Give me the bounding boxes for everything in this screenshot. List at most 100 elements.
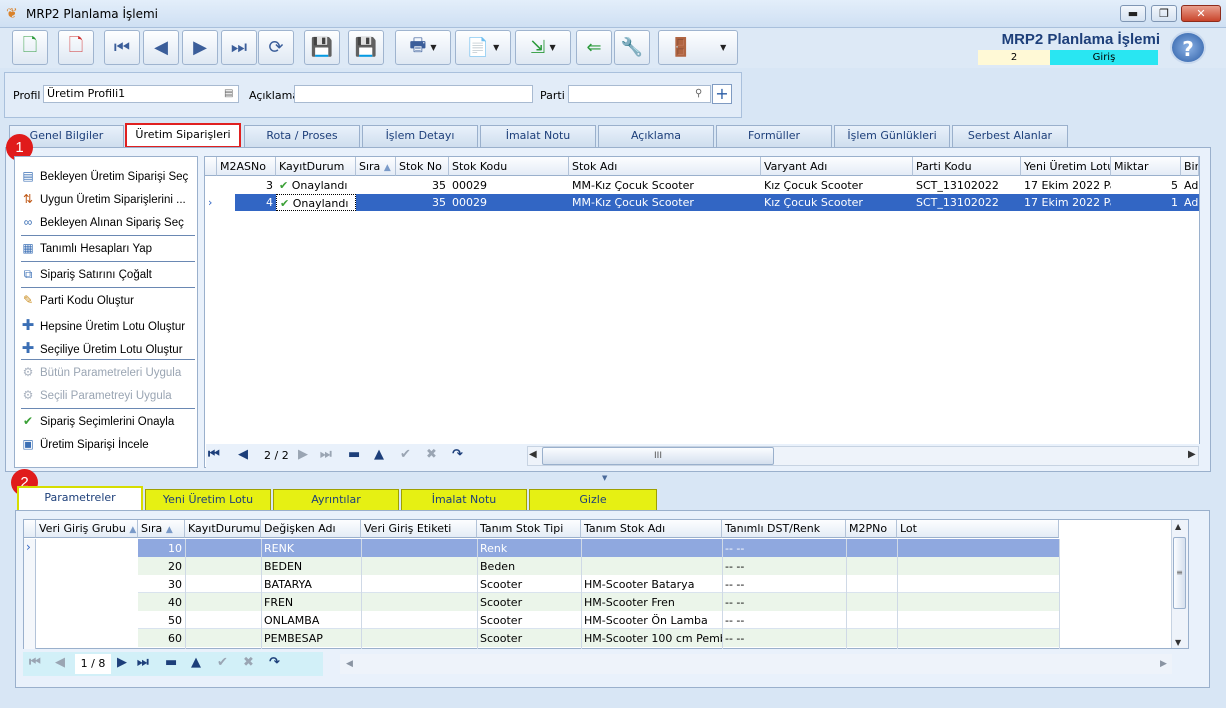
cell[interactable]: -- -- [722,576,846,593]
action-item[interactable]: ⚙ Seçili Parametreyi Uygula [21,388,172,402]
cell[interactable]: HM-Scooter Fren [581,594,722,611]
cell[interactable]: Scooter [477,612,581,629]
column-header[interactable]: Parti Kodu [913,157,1021,176]
cell[interactable]: Scooter [477,630,581,647]
cell[interactable]: Scooter [477,594,581,611]
cell[interactable]: Beden [477,558,581,575]
column-header[interactable]: Sıra ▲ [138,520,185,538]
action-item[interactable]: ⇅ Uygun Üretim Siparişlerini ... [21,192,186,206]
cell[interactable]: Ade [1181,177,1199,194]
cell[interactable]: HM-Scooter Batarya [581,576,722,593]
cell[interactable]: MM-Kız Çocuk Scooter [569,177,761,194]
prev-page-icon[interactable]: ◀ [55,655,65,670]
delete-row-icon[interactable]: ▬ [165,655,177,670]
tab-ayrintilar[interactable]: Ayrıntılar [273,489,399,511]
cell[interactable]: HM-Scooter Ön Lamba [581,612,722,629]
cell[interactable]: SCT_13102022 [913,194,1021,211]
minimize-button[interactable]: ▬ [1120,5,1146,22]
cell[interactable] [356,194,396,211]
help-button[interactable]: ? [1170,31,1206,64]
cell[interactable]: 10 [138,540,185,557]
column-header[interactable]: Sıra ▲ [356,157,396,176]
scrollbar-thumb[interactable]: III [542,447,774,465]
tab-serbest-alanlar[interactable]: Serbest Alanlar [952,125,1068,147]
first-page-icon[interactable]: ⏮ [29,655,41,670]
cell[interactable]: PEMBESAP [261,630,361,647]
refresh-icon[interactable]: ⟳ [258,30,294,65]
cell[interactable]: -- -- [722,558,846,575]
scroll-left-icon[interactable]: ◀ [529,449,537,460]
print-icon[interactable]: 🖶 ▼ [395,30,451,65]
cell[interactable]: FREN [261,594,361,611]
tab-parametreler[interactable]: Parametreler [17,486,143,512]
action-item[interactable]: ▣ Üretim Siparişi İncele [21,437,148,451]
delete-row-icon[interactable]: ▬ [348,447,360,462]
action-item[interactable]: ⚙ Bütün Parametreleri Uygula [21,365,182,379]
export-icon[interactable]: ⇲ ▼ [515,30,571,65]
cell[interactable]: SCT_13102022 [913,177,1021,194]
tab-rota-proses[interactable]: Rota / Proses [244,125,360,147]
next-record-icon[interactable]: ▶ [182,30,218,65]
maximize-button[interactable]: ❐ [1151,5,1177,22]
profil-field[interactable]: Üretim Profili1 [43,85,239,103]
action-item[interactable]: ✚ Hepsine Üretim Lotu Oluştur [21,316,185,334]
column-header[interactable]: KayıtDurumu [185,520,261,538]
scroll-right-icon[interactable]: ▶ [1188,449,1196,460]
cell[interactable]: -- -- [722,594,846,611]
cell[interactable]: 00029 [449,177,569,194]
action-item[interactable]: ✔ Sipariş Seçimlerini Onayla [21,414,174,428]
column-header[interactable]: M2PNo [846,520,897,538]
cell[interactable]: 17 Ekim 2022 Pazartesi [1021,194,1111,211]
action-item[interactable]: ✎ Parti Kodu Oluştur [21,293,134,307]
cell[interactable]: 20 [138,558,185,575]
cell[interactable]: RENK [261,540,361,557]
cell[interactable]: 17 Ekim 2022 Pazartesi [1021,177,1111,194]
action-item[interactable]: ▦ Tanımlı Hesapları Yap [21,241,152,255]
lookup-icon[interactable]: ▤ [224,88,233,99]
column-header[interactable]: M2ASNo [217,157,276,176]
cell[interactable]: Kız Çocuk Scooter [761,177,913,194]
cell[interactable]: Kız Çocuk Scooter [761,194,913,211]
prev-page-icon[interactable]: ◀ [238,447,248,462]
column-header[interactable]: Biri [1181,157,1199,176]
tab-islem-gunlukleri[interactable]: İşlem Günlükleri [834,125,950,147]
splitter-icon[interactable]: ▼ [602,474,607,482]
last-page-icon[interactable]: ⏭ [137,655,149,670]
cell[interactable]: 00029 [449,194,569,211]
cell[interactable]: -- -- [722,612,846,629]
tab-aciklama[interactable]: Açıklama [598,125,714,147]
cell[interactable]: Ade [1181,194,1199,211]
cell[interactable]: 1 [1111,194,1181,211]
action-item[interactable]: ∞ Bekleyen Alınan Sipariş Seç [21,215,184,229]
column-header[interactable]: Stok No [396,157,449,176]
column-header[interactable]: KayıtDurum [276,157,356,176]
new-add-icon[interactable]: 🗋 [12,30,48,65]
scroll-down-icon[interactable]: ▼ [1175,638,1181,647]
tab-yeni-uretim-lotu[interactable]: Yeni Üretim Lotu [145,489,271,511]
exit-icon[interactable]: 🚪 ▼ [658,30,738,65]
tab-islem-detayi[interactable]: İşlem Detayı [362,125,478,147]
column-header[interactable]: Yeni Üretim Lotu [1021,157,1111,176]
cancel-icon[interactable]: ✖ [243,655,254,670]
cell[interactable]: 30 [138,576,185,593]
parti-field[interactable] [568,85,711,103]
column-header[interactable]: Tanım Stok Adı [581,520,722,538]
scroll-left-icon[interactable]: ◀ [346,659,353,669]
cell[interactable]: 4 [235,194,276,211]
cell[interactable]: -- -- [722,540,846,557]
settings-wrench-icon[interactable]: 🔧 [614,30,650,65]
refresh-icon[interactable]: ↷ [452,447,463,462]
horizontal-scrollbar[interactable] [340,654,1172,674]
pdf-icon[interactable]: 📄 ▼ [455,30,511,65]
action-item[interactable]: ✚ Seçiliye Üretim Lotu Oluştur [21,339,183,357]
save-icon[interactable]: 💾 [304,30,340,65]
cell[interactable]: MM-Kız Çocuk Scooter [569,194,761,211]
column-header[interactable]: Lot [897,520,1059,538]
column-header[interactable]: Varyant Adı [761,157,913,176]
cancel-icon[interactable]: ✖ [426,447,437,462]
scrollbar-thumb[interactable]: ≡ [1173,537,1186,609]
cell[interactable]: ✔ Onaylandı [276,194,356,211]
cell[interactable]: 40 [138,594,185,611]
action-item[interactable]: ⧉ Sipariş Satırını Çoğalt [21,267,152,282]
cell[interactable]: ONLAMBA [261,612,361,629]
